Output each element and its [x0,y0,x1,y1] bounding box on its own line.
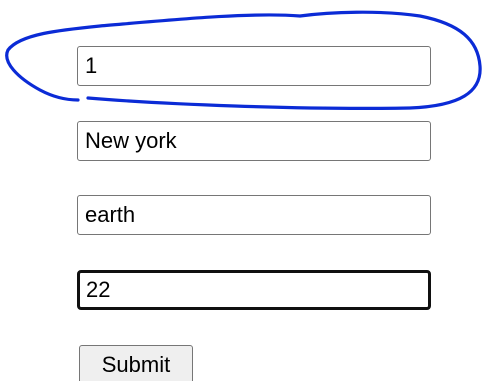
form-area: Submit [0,0,488,381]
text-input-3[interactable] [77,195,431,235]
text-input-1[interactable] [77,46,431,86]
text-input-2[interactable] [77,121,431,161]
submit-button[interactable]: Submit [79,345,193,381]
text-input-4-focused[interactable] [77,270,431,310]
